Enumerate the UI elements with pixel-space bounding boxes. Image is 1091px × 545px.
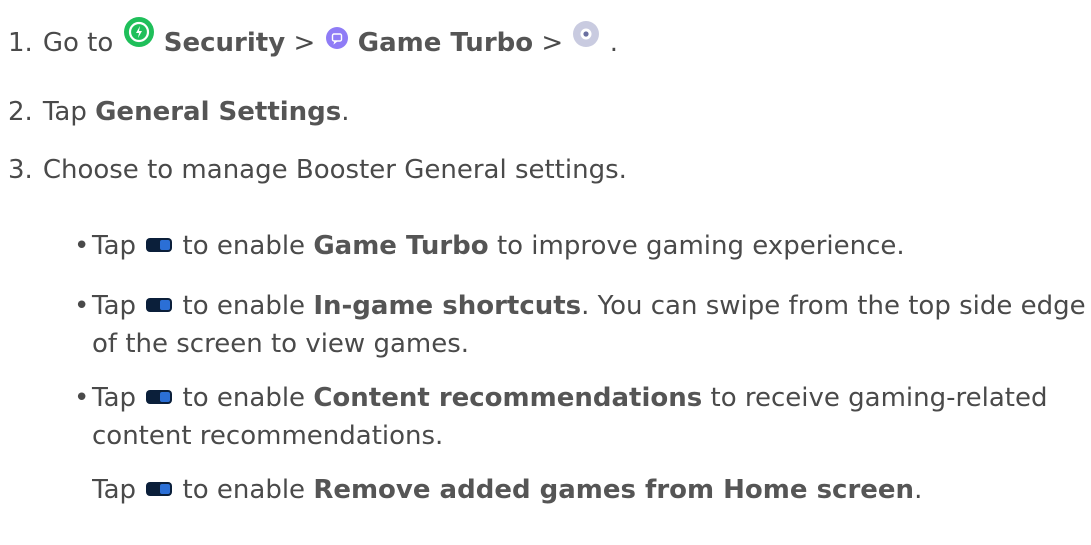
step-number: 2. [8, 97, 33, 127]
step-end: . [609, 28, 618, 58]
list-item: • Tap to enable Remove added games from … [92, 471, 1087, 545]
bullet-dot: • [74, 231, 90, 261]
step-end: . [341, 97, 350, 127]
bullet-dot: • [74, 383, 90, 413]
enable-text: to enable [182, 231, 306, 261]
step-1: 1. Go to Security > Game Turbo > . [8, 17, 618, 62]
list-item: • Tap to enable Content recommendations … [74, 379, 1087, 455]
tap-text: Tap [92, 291, 137, 321]
list-item: • Tap to enable Game Turbo to improve ga… [74, 227, 1087, 265]
step-number: 1. [8, 28, 33, 58]
separator: > [293, 28, 316, 58]
general-settings-label: General Settings [95, 97, 342, 127]
step-text: Choose to manage Booster General setting… [42, 155, 627, 185]
tap-text: Tap [92, 231, 137, 261]
step-2: 2. Tap General Settings. [8, 93, 350, 131]
enable-text: to enable [182, 291, 306, 321]
bullet-dot: • [74, 291, 90, 321]
settings-gear-icon [573, 21, 600, 47]
game-turbo-label: Game Turbo [357, 28, 534, 58]
enable-text: to enable [182, 475, 306, 505]
separator: > [541, 28, 564, 58]
setting-name: Remove added games from Home screen [313, 475, 915, 505]
toggle-switch-icon [146, 298, 173, 312]
toggle-switch-icon [146, 390, 173, 404]
enable-text: to enable [182, 383, 306, 413]
tap-text: Tap [92, 383, 137, 413]
setting-name: Game Turbo [313, 231, 489, 261]
game-turbo-icon [325, 27, 348, 49]
step-number: 3. [8, 155, 33, 185]
setting-name: In-game shortcuts [313, 291, 582, 321]
toggle-switch-icon [146, 482, 173, 496]
description-text: . [914, 475, 923, 505]
toggle-switch-icon [146, 238, 173, 252]
security-label: Security [163, 28, 286, 58]
step-text: Tap [42, 97, 87, 127]
security-shield-icon [123, 17, 154, 47]
step-text: Go to [42, 28, 114, 58]
step-3: 3. Choose to manage Booster General setti… [8, 151, 627, 189]
setting-name: Content recommendations [313, 383, 703, 413]
description-text: to improve gaming experience. [496, 231, 905, 261]
list-item: • Tap to enable In-game shortcuts. You c… [74, 287, 1087, 363]
tap-text: Tap [92, 475, 137, 505]
